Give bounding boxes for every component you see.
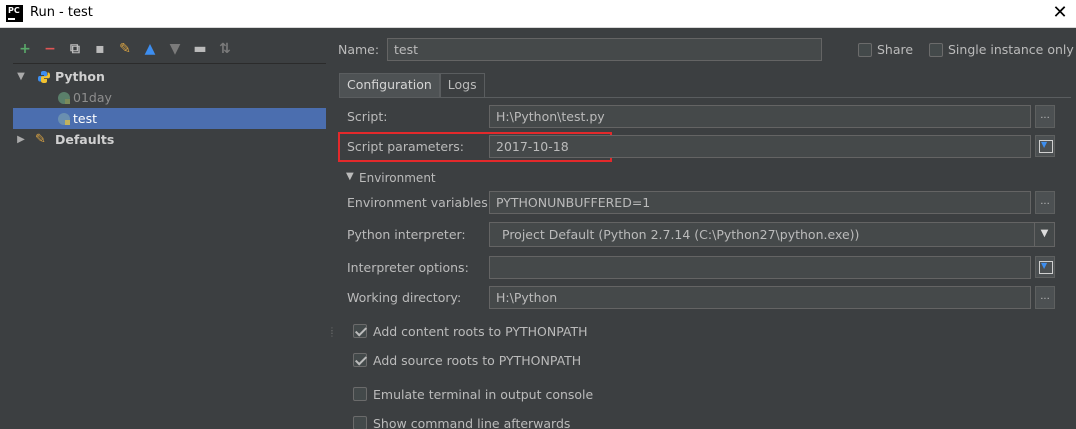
python-interpreter-label: Python interpreter: bbox=[347, 227, 466, 242]
config-tree-panel: +−⧉▪✎▲▼▬⇅ ▼ Python 01day test ▶ bbox=[0, 29, 326, 429]
add-source-roots-label: Add source roots to PYTHONPATH bbox=[373, 353, 582, 368]
interpreter-options-label: Interpreter options: bbox=[347, 260, 469, 275]
python-interpreter-select[interactable]: Project Default (Python 2.7.14 (C:\Pytho… bbox=[489, 222, 1055, 247]
script-parameters-label: Script parameters: bbox=[347, 139, 464, 154]
move-up-icon[interactable]: ▲ bbox=[139, 39, 161, 59]
title-bar: PC Run - test ✕ bbox=[0, 0, 1076, 28]
show-cmdline-label: Show command line afterwards bbox=[373, 416, 571, 429]
working-directory-input[interactable]: H:\Python bbox=[489, 286, 1031, 309]
single-instance-checkbox[interactable] bbox=[929, 43, 943, 57]
expand-parameters-button[interactable] bbox=[1035, 135, 1055, 157]
wrench-icon[interactable]: ✎ bbox=[114, 39, 136, 59]
env-vars-input[interactable]: PYTHONUNBUFFERED=1 bbox=[489, 191, 1031, 214]
script-input[interactable]: H:\Python\test.py bbox=[489, 105, 1031, 128]
tree-node-test[interactable]: test bbox=[13, 108, 326, 129]
python-file-icon bbox=[58, 113, 70, 125]
environment-section-label: Environment bbox=[359, 171, 436, 185]
expand-arrow-icon[interactable]: ▼ bbox=[15, 66, 27, 87]
browse-script-button[interactable]: ... bbox=[1035, 105, 1055, 128]
pycharm-logo-icon: PC bbox=[6, 5, 23, 22]
tree-label-01day: 01day bbox=[73, 90, 112, 105]
wrench-icon: ✎ bbox=[35, 132, 46, 147]
emulate-terminal-label: Emulate terminal in output console bbox=[373, 387, 594, 402]
tree-node-01day[interactable]: 01day bbox=[13, 87, 326, 108]
config-tree: ▼ Python 01day test ▶ ✎ Defaults bbox=[13, 63, 326, 150]
tree-node-defaults[interactable]: ▶ ✎ Defaults bbox=[13, 129, 326, 150]
panel-splitter[interactable]: ⋮ ⋮ bbox=[326, 29, 336, 429]
share-checkbox[interactable] bbox=[858, 43, 872, 57]
dropdown-arrow-icon: ▼ bbox=[1034, 223, 1054, 246]
tree-toolbar: + − ⧉ ▪ ✎ ▲ ▼ ▬ ⇅ bbox=[14, 39, 236, 59]
folder-icon[interactable]: ▬ bbox=[189, 39, 211, 59]
name-input[interactable]: test bbox=[387, 38, 822, 61]
close-icon[interactable]: ✕ bbox=[1050, 3, 1070, 23]
tab-logs[interactable]: Logs bbox=[439, 73, 485, 97]
move-down-icon[interactable]: ▼ bbox=[164, 39, 186, 59]
interpreter-options-input[interactable] bbox=[489, 256, 1031, 279]
copy-icon[interactable]: ⧉ bbox=[64, 39, 86, 59]
add-icon[interactable]: + bbox=[14, 39, 36, 59]
name-label: Name: bbox=[338, 42, 380, 57]
env-vars-label: Environment variables: bbox=[347, 195, 492, 210]
emulate-terminal-checkbox[interactable] bbox=[353, 387, 367, 401]
python-icon bbox=[38, 71, 50, 83]
python-file-icon bbox=[58, 92, 70, 104]
python-interpreter-value: Project Default (Python 2.7.14 (C:\Pytho… bbox=[502, 227, 860, 242]
script-parameters-input[interactable]: 2017-10-18 bbox=[489, 135, 1031, 158]
tree-label-test: test bbox=[73, 111, 98, 126]
add-source-roots-checkbox[interactable] bbox=[353, 353, 367, 367]
browse-working-directory-button[interactable]: ... bbox=[1035, 286, 1055, 309]
environment-toggle-icon[interactable]: ▼ bbox=[346, 171, 354, 182]
sort-icon[interactable]: ⇅ bbox=[214, 39, 236, 59]
script-label: Script: bbox=[347, 109, 388, 124]
add-content-roots-checkbox[interactable] bbox=[353, 324, 367, 338]
tree-label-defaults: Defaults bbox=[55, 132, 115, 147]
add-content-roots-label: Add content roots to PYTHONPATH bbox=[373, 324, 588, 339]
single-instance-label: Single instance only bbox=[948, 42, 1074, 57]
edit-env-vars-button[interactable]: ... bbox=[1035, 191, 1055, 214]
tab-bar: Configuration Logs bbox=[339, 73, 485, 97]
save-icon[interactable]: ▪ bbox=[89, 39, 111, 59]
window-title: Run - test bbox=[30, 5, 93, 20]
remove-icon[interactable]: − bbox=[39, 39, 61, 59]
show-cmdline-checkbox[interactable] bbox=[353, 416, 367, 429]
tab-configuration[interactable]: Configuration bbox=[339, 73, 440, 97]
tree-label-python: Python bbox=[55, 69, 105, 84]
share-label: Share bbox=[877, 42, 914, 57]
collapse-arrow-icon[interactable]: ▶ bbox=[15, 129, 27, 150]
expand-interpreter-options-button[interactable] bbox=[1035, 256, 1055, 278]
working-directory-label: Working directory: bbox=[347, 290, 462, 305]
tree-node-python[interactable]: ▼ Python bbox=[13, 66, 326, 87]
config-form-panel: Name: test Share Single instance only Co… bbox=[334, 29, 1076, 429]
